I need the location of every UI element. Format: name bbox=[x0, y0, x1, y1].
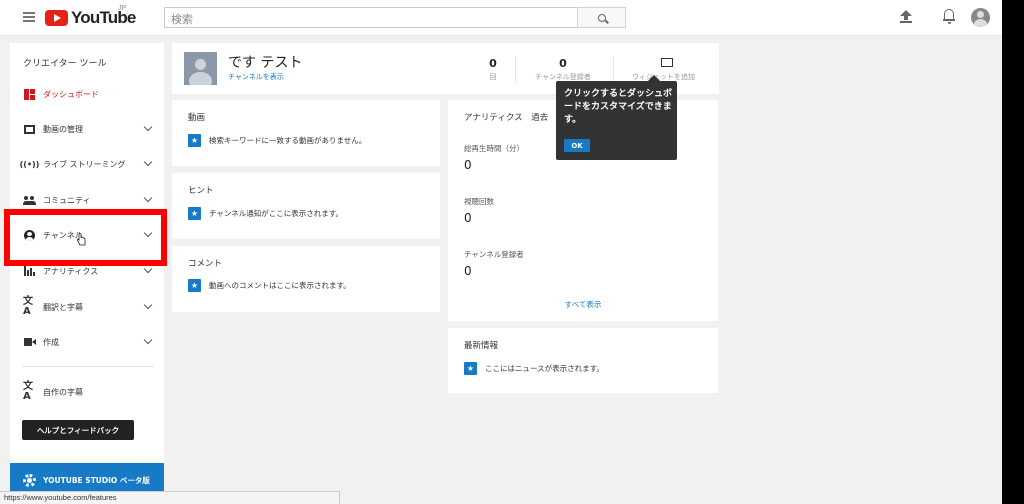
studio-button-label: YOUTUBE STUDIO ベータ版 bbox=[43, 476, 150, 485]
sidebar-item-own-subtitles[interactable]: 文A 自作の字幕 bbox=[10, 381, 164, 403]
stat-divider bbox=[515, 56, 516, 83]
youtube-play-icon bbox=[45, 10, 68, 26]
views-count: 0 bbox=[489, 57, 497, 70]
views-metric-value: 0 bbox=[464, 211, 472, 225]
chevron-down-icon bbox=[143, 157, 153, 167]
chevron-down-icon bbox=[143, 300, 153, 310]
watch-time-label: 総再生時間（分） bbox=[464, 144, 524, 153]
watch-time-value: 0 bbox=[464, 158, 472, 172]
show-all-link[interactable]: すべて表示 bbox=[448, 299, 718, 310]
comments-empty-message: ★ 動画へのコメントはここに表示されます。 bbox=[188, 279, 351, 292]
sidebar-item-community[interactable]: コミュニティ bbox=[10, 189, 164, 211]
chevron-down-icon bbox=[143, 193, 153, 203]
upload-icon[interactable] bbox=[900, 10, 912, 24]
star-icon: ★ bbox=[188, 207, 201, 220]
analytics-title: アナリティクス 過去 bbox=[464, 111, 548, 123]
videos-empty-text: 検索キーワードに一致する動画がありません。 bbox=[209, 136, 367, 145]
videos-card: 動画 ★ 検索キーワードに一致する動画がありません。 bbox=[172, 100, 440, 166]
browser-viewport: YouTube JP 検索 クリエイター ツール ダッシュボード 動画の管理 (… bbox=[0, 0, 1002, 504]
window-edge bbox=[1002, 0, 1024, 504]
sidebar-item-label: 翻訳と字幕 bbox=[43, 302, 83, 312]
customize-tooltip: クリックするとダッシュボードをカスタマイズできます。 OK bbox=[556, 75, 677, 160]
sidebar-item-create[interactable]: 作成 bbox=[10, 331, 164, 353]
star-icon: ★ bbox=[188, 134, 201, 147]
sidebar-item-live-streaming[interactable]: ((•)) ライブ ストリーミング bbox=[10, 153, 164, 175]
sidebar-title: クリエイター ツール bbox=[23, 59, 107, 69]
chevron-down-icon bbox=[143, 335, 153, 345]
guide-menu-icon[interactable] bbox=[23, 12, 35, 22]
sidebar-item-label: コミュニティ bbox=[43, 195, 91, 205]
videos-empty-message: ★ 検索キーワードに一致する動画がありません。 bbox=[188, 134, 366, 147]
sidebar-item-label: 動画の管理 bbox=[43, 124, 83, 134]
community-icon bbox=[23, 194, 36, 206]
sidebar-item-label: ライブ ストリーミング bbox=[43, 159, 126, 169]
hints-title: ヒント bbox=[188, 186, 214, 196]
help-feedback-button[interactable]: ヘルプとフィードバック bbox=[22, 420, 134, 440]
subscribers-stat: 0 チャンネル登録者 bbox=[523, 57, 603, 82]
hints-empty-message: ★ チャンネル通知がここに表示されます。 bbox=[188, 207, 343, 220]
analytics-period: 過去 bbox=[531, 113, 549, 123]
chevron-down-icon bbox=[143, 264, 153, 274]
search-input[interactable]: 検索 bbox=[164, 7, 578, 28]
tooltip-ok-button[interactable]: OK bbox=[564, 139, 590, 152]
view-channel-link[interactable]: チャンネルを表示 bbox=[228, 72, 284, 82]
sidebar-item-label: 作成 bbox=[43, 337, 59, 347]
create-icon bbox=[23, 336, 36, 348]
masthead: YouTube JP 検索 bbox=[0, 0, 1002, 36]
star-icon: ★ bbox=[464, 362, 477, 375]
sidebar-divider bbox=[22, 366, 154, 367]
views-stat: 0 回 bbox=[453, 57, 533, 82]
live-icon: ((•)) bbox=[19, 159, 40, 169]
hand-cursor-icon bbox=[76, 233, 86, 246]
hints-card: ヒント ★ チャンネル通知がここに表示されます。 bbox=[172, 173, 440, 239]
comments-card: コメント ★ 動画へのコメントはここに表示されます。 bbox=[172, 246, 440, 312]
notifications-bell-icon[interactable] bbox=[943, 9, 955, 24]
sidebar-item-label: 自作の字幕 bbox=[43, 387, 83, 397]
translate-icon: 文A bbox=[23, 296, 33, 317]
comments-title: コメント bbox=[188, 259, 223, 269]
analytics-title-text: アナリティクス bbox=[464, 113, 523, 123]
subtitles-icon: 文A bbox=[23, 381, 33, 402]
news-card: 最新情報 ★ ここにはニュースが表示されます。 bbox=[448, 328, 718, 393]
news-title: 最新情報 bbox=[464, 341, 499, 351]
subscribers-metric-label: チャンネル登録者 bbox=[464, 250, 524, 259]
creator-tools-sidebar: クリエイター ツール ダッシュボード 動画の管理 ((•)) ライブ ストリーミ… bbox=[10, 43, 164, 504]
comments-empty-text: 動画へのコメントはここに表示されます。 bbox=[209, 281, 351, 290]
status-bar-url: https://www.youtube.com/features bbox=[0, 491, 340, 504]
sidebar-item-translations[interactable]: 文A 翻訳と字幕 bbox=[10, 296, 164, 318]
channel-avatar[interactable] bbox=[184, 52, 217, 85]
chevron-down-icon bbox=[143, 122, 153, 132]
sidebar-item-dashboard[interactable]: ダッシュボード bbox=[10, 83, 164, 105]
sidebar-item-video-manager[interactable]: 動画の管理 bbox=[10, 118, 164, 140]
account-avatar[interactable] bbox=[971, 8, 990, 27]
videos-title: 動画 bbox=[188, 113, 206, 123]
search-icon bbox=[597, 13, 606, 22]
sidebar-item-label: アナリティクス bbox=[43, 266, 99, 276]
dashboard-icon bbox=[23, 88, 36, 100]
news-empty-message: ★ ここにはニュースが表示されます。 bbox=[464, 362, 604, 375]
analytics-icon bbox=[23, 265, 36, 277]
logo-region: JP bbox=[118, 5, 127, 12]
views-label: 回 bbox=[489, 73, 497, 81]
stat-divider bbox=[613, 56, 614, 83]
tooltip-text: クリックするとダッシュボードをカスタマイズできます。 bbox=[564, 89, 673, 125]
gear-icon bbox=[23, 474, 36, 487]
video-manager-icon bbox=[23, 123, 36, 135]
channel-name: です テスト bbox=[228, 55, 303, 71]
subscribers-count: 0 bbox=[559, 57, 567, 70]
star-icon: ★ bbox=[188, 279, 201, 292]
subscribers-metric-value: 0 bbox=[464, 264, 472, 278]
hints-empty-text: チャンネル通知がここに表示されます。 bbox=[209, 209, 344, 218]
sidebar-item-label: ダッシュボード bbox=[43, 89, 99, 99]
add-widget-icon[interactable] bbox=[661, 58, 673, 67]
news-empty-text: ここにはニュースが表示されます。 bbox=[485, 364, 604, 373]
search-button[interactable] bbox=[577, 7, 626, 28]
views-metric-label: 視聴回数 bbox=[464, 197, 494, 206]
